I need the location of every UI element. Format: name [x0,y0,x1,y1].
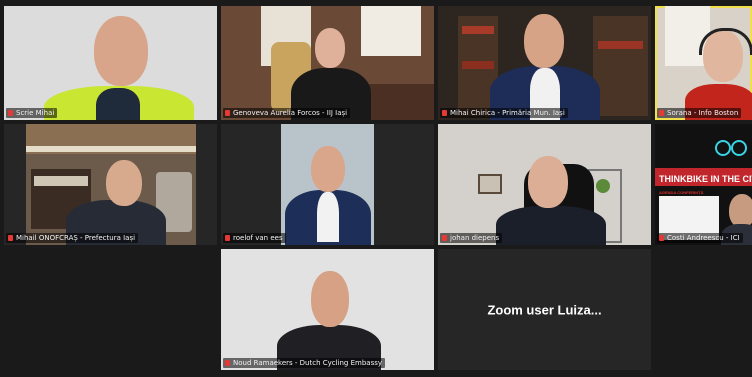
plant [596,179,610,193]
video-tile-7[interactable]: johan diepens [438,124,651,245]
participant-body [496,206,606,245]
mic-muted-icon [442,110,447,116]
video-tile-5[interactable]: Mihail ONOFCRAȘ - Prefectura Iași [4,124,217,245]
participant-name-label: Noud Ramaekers - Dutch Cycling Embassy [223,358,386,368]
participant-head [94,16,148,86]
bike-icon [715,134,747,156]
video-tile-6[interactable]: roelof van ees [221,124,434,245]
participant-head [524,14,564,68]
participant-head [106,160,142,206]
book-row [34,176,88,186]
mic-muted-icon [442,235,447,241]
mic-muted-icon [225,235,230,241]
participant-collar [96,88,140,120]
light-strip [26,146,196,152]
desk [361,84,434,120]
participant-name-label: Costi Andreescu - ICI [657,233,743,243]
participant-head [311,146,345,192]
participant-head [528,156,568,208]
participant-name-label: Sorana - Info Boston [657,108,742,118]
participant-name-label: Mihai Chirica - Primăria Mun. Iași [440,108,568,118]
participant-head [315,28,345,68]
book-row [598,41,643,49]
participant-name-label: Mihail ONOFCRAȘ - Prefectura Iași [6,233,139,243]
participant-shirt [317,192,339,242]
video-tile-1[interactable]: Scrie Mihai [4,6,217,120]
video-tile-4-active-speaker[interactable]: Sorana - Info Boston [655,6,752,120]
participant-name-label: Genoveva Aurelia Forcos - IIJ Iași [223,108,351,118]
mic-muted-icon [659,235,664,241]
video-area [281,124,374,245]
picture-frame [478,174,502,194]
poster: THINKBIKE IN THE CITY AGENDA CONFERINȚĂ [655,124,752,245]
video-tile-9[interactable]: Noud Ramaekers - Dutch Cycling Embassy [221,249,434,370]
mic-muted-icon [225,360,230,366]
poster-title: THINKBIKE IN THE CITY [659,174,752,184]
video-tile-3[interactable]: Mihai Chirica - Primăria Mun. Iași [438,6,651,120]
mic-muted-icon [659,110,664,116]
poster-subtitle: AGENDA CONFERINȚĂ [659,190,704,195]
participant-name-label: johan diepens [440,233,503,243]
video-tile-8[interactable]: THINKBIKE IN THE CITY AGENDA CONFERINȚĂ … [655,124,752,245]
window-light [361,6,421,56]
participant-head [729,194,752,228]
bookshelf [593,16,648,116]
participant-name-label: Scrie Mihai [6,108,58,118]
video-tile-2[interactable]: Genoveva Aurelia Forcos - IIJ Iași [221,6,434,120]
book-row [462,61,494,69]
mic-muted-icon [8,235,13,241]
participant-name-label: roelof van ees [223,233,286,243]
mic-muted-icon [225,110,230,116]
camera-off-name: Zoom user Luiza... [487,302,602,317]
mic-muted-icon [8,110,13,116]
book-row [462,26,494,34]
participant-head [311,271,349,327]
video-area [26,124,196,245]
video-tile-10-camera-off[interactable]: Zoom user Luiza... [438,249,651,370]
